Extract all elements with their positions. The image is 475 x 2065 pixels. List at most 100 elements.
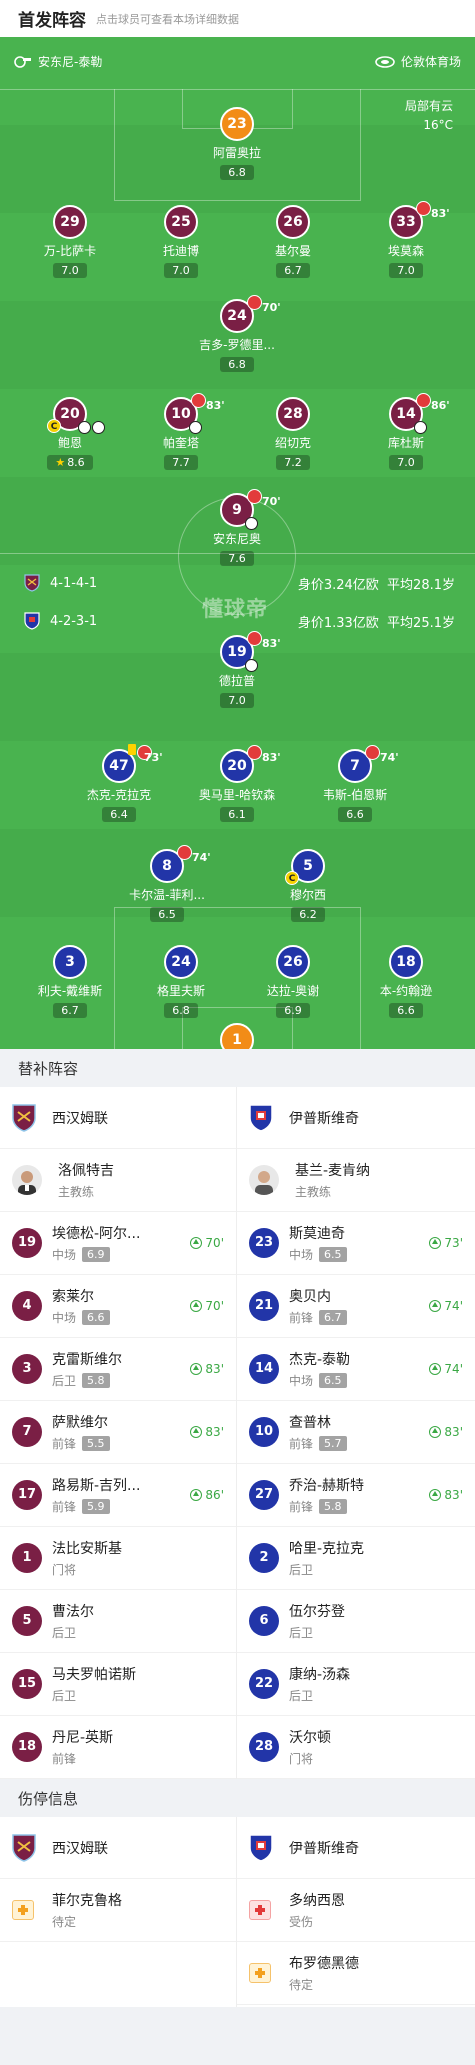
sub-player-row[interactable]: 18 丹尼-英斯 前锋 [0, 1716, 236, 1779]
sub-player-number: 27 [249, 1480, 279, 1510]
home-team-name: 西汉姆联 [52, 1110, 108, 1127]
weather-text: 局部有云 [404, 99, 453, 113]
injury-row[interactable]: 多纳西恩 受伤 [237, 1879, 475, 1942]
player-card[interactable]: 9 70' 安东尼奥 7.6 [187, 489, 287, 566]
sub-minute: 83' [262, 751, 281, 764]
sub-player-row[interactable]: 5 曹法尔 后卫 [0, 1590, 236, 1653]
player-rating: 7.6 [220, 551, 254, 566]
player-card[interactable]: 26 基尔曼 6.7 [243, 205, 343, 278]
player-name: 利夫-戴维斯 [37, 984, 103, 998]
sub-player-row[interactable]: 17 路易斯-吉列... 前锋 5.9 86' [0, 1464, 236, 1527]
player-card[interactable]: 26 达拉-奥谢 6.9 [243, 945, 343, 1018]
sub-player-row[interactable]: 3 克雷斯维尔 后卫 5.8 83' [0, 1338, 236, 1401]
player-name: 帕奎塔 [162, 436, 199, 450]
player-card[interactable]: 3 利夫-戴维斯 6.7 [20, 945, 120, 1018]
player-number-text: 1 [232, 1032, 242, 1048]
injury-row[interactable]: 布罗德黑德 待定 [237, 1942, 475, 2005]
player-card[interactable]: 1A-穆里奇7.7 [187, 1023, 287, 1049]
position-text: 前锋 [289, 1311, 314, 1325]
player-card[interactable]: 19 83' 德拉普 7.0 [187, 631, 287, 708]
player-rating: 6.8 [220, 357, 254, 372]
player-rating-value: 6.9 [284, 1004, 302, 1017]
player-rating: 7.0 [53, 263, 87, 278]
injured-player-name: 菲尔克鲁格 [52, 1893, 122, 1909]
player-card[interactable]: 24 70' 吉多-罗德里... 6.8 [187, 295, 287, 372]
sub-player-row[interactable]: 23 斯莫迪奇 中场 6.5 73' [237, 1212, 475, 1275]
player-number-text: 28 [283, 406, 303, 422]
sub-player-name: 路易斯-吉列... [52, 1478, 141, 1494]
sub-player-row[interactable]: 27 乔治-赫斯特 前锋 5.8 83' [237, 1464, 475, 1527]
player-card[interactable]: 7 74' 韦斯-伯恩斯 6.6 [305, 745, 405, 822]
player-card[interactable]: 24 格里夫斯 6.8 [131, 945, 231, 1018]
substitution-icon [416, 201, 431, 216]
player-card[interactable]: 25 托迪博 7.0 [131, 205, 231, 278]
player-card[interactable]: 28 绍切克 7.2 [243, 397, 343, 470]
sub-in-arrow-icon [429, 1300, 442, 1312]
sub-player-info: 马夫罗帕诺斯 后卫 [52, 1664, 224, 1704]
away-team-row[interactable]: 伊普斯维奇 [237, 1087, 475, 1149]
goal-ball-icon [92, 421, 105, 434]
away-team-name: 伊普斯维奇 [289, 1840, 359, 1857]
home-coach-row[interactable]: 洛佩特吉 主教练 [0, 1149, 236, 1212]
sub-player-row[interactable]: 22 康纳-汤森 后卫 [237, 1653, 475, 1716]
lineup-subtitle: 点击球员可查看本场详细数据 [96, 12, 239, 26]
sub-player-number: 14 [249, 1354, 279, 1384]
sub-player-row[interactable]: 15 马夫罗帕诺斯 后卫 [0, 1653, 236, 1716]
player-number: 18 [389, 945, 423, 979]
sub-player-position: 中场 6.6 [52, 1309, 184, 1326]
player-card[interactable]: 23 阿雷奥拉 6.8 [187, 107, 287, 180]
sub-minute: 83' [262, 637, 281, 650]
injury-table: 西汉姆联 菲尔克鲁格 待定 伊普斯维奇 多纳西恩 受伤 布罗德黑德 待定 [0, 1817, 475, 2007]
player-card[interactable]: 47 73' 杰克-克拉克 6.4 [69, 744, 169, 822]
player-card[interactable]: 33 83' 埃莫森 7.0 [356, 201, 456, 278]
player-card[interactable]: 29 万-比萨卡 7.0 [20, 205, 120, 278]
position-text: 中场 [52, 1248, 77, 1262]
player-number: 20 C [47, 397, 105, 434]
sub-player-row[interactable]: 28 沃尔顿 门将 [237, 1716, 475, 1779]
away-coach-row[interactable]: 基兰-麦肯纳 主教练 [237, 1149, 475, 1212]
player-card[interactable]: 20 83' 奥马里-哈钦森 6.1 [187, 745, 287, 822]
player-rating-value: 6.1 [228, 808, 246, 821]
player-card[interactable]: 18 本-约翰逊 6.6 [356, 945, 456, 1018]
substitution-icon [365, 745, 380, 760]
away-formation: 4-2-3-1 [50, 613, 98, 629]
player-number-text: 8 [162, 858, 172, 874]
sub-player-row[interactable]: 4 索莱尔 中场 6.6 70' [0, 1275, 236, 1338]
home-value-age: 身价3.24亿欧 平均28.1岁 [298, 574, 455, 593]
sub-in-minute: 83' [190, 1362, 224, 1376]
injury-row[interactable]: 菲尔克鲁格 待定 [0, 1879, 236, 1942]
sub-player-row[interactable]: 21 奥贝内 前锋 6.7 74' [237, 1275, 475, 1338]
player-card[interactable]: 5 C 穆尔西 6.2 [258, 849, 358, 922]
yellow-card-icon [128, 744, 136, 755]
medical-cross-icon [249, 1963, 271, 1983]
player-rating: 6.8 [164, 1003, 198, 1018]
player-card[interactable]: 10 83' 帕奎塔 7.7 [131, 393, 231, 470]
captain-badge-icon: C [47, 419, 61, 433]
away-team-row[interactable]: 伊普斯维奇 [237, 1817, 475, 1879]
position-text: 前锋 [52, 1752, 77, 1766]
sub-player-row[interactable]: 10 查普林 前锋 5.7 83' [237, 1401, 475, 1464]
position-text: 后卫 [289, 1689, 314, 1703]
player-card[interactable]: 8 74' 卡尔温-菲利... 6.5 [117, 845, 217, 922]
player-rating: 6.5 [150, 907, 184, 922]
sub-player-rating: 5.7 [319, 1436, 347, 1451]
position-text: 后卫 [289, 1626, 314, 1640]
sub-in-minute: 83' [429, 1425, 463, 1439]
coach-avatar [12, 1165, 42, 1195]
sub-player-row[interactable]: 14 杰克-泰勒 中场 6.5 74' [237, 1338, 475, 1401]
sub-player-row[interactable]: 6 伍尔芬登 后卫 [237, 1590, 475, 1653]
position-text: 后卫 [52, 1374, 77, 1388]
sub-player-name: 丹尼-英斯 [52, 1730, 114, 1746]
sub-player-row[interactable]: 7 萨默维尔 前锋 5.5 83' [0, 1401, 236, 1464]
sub-player-row[interactable]: 19 埃德松-阿尔... 中场 6.9 70' [0, 1212, 236, 1275]
home-team-row[interactable]: 西汉姆联 [0, 1817, 236, 1879]
sub-player-row[interactable]: 2 哈里-克拉克 后卫 [237, 1527, 475, 1590]
player-rating: 6.7 [276, 263, 310, 278]
sub-player-row[interactable]: 1 法比安斯基 门将 [0, 1527, 236, 1590]
sub-player-rating: 6.5 [319, 1373, 347, 1388]
injured-player-name: 布罗德黑德 [289, 1956, 359, 1972]
player-card[interactable]: 20 C 鲍恩 ★ 8.6 [20, 397, 120, 470]
home-team-row[interactable]: 西汉姆联 [0, 1087, 236, 1149]
player-card[interactable]: 14 86' 库杜斯 7.0 [356, 393, 456, 470]
player-number: 10 83' [164, 393, 225, 434]
